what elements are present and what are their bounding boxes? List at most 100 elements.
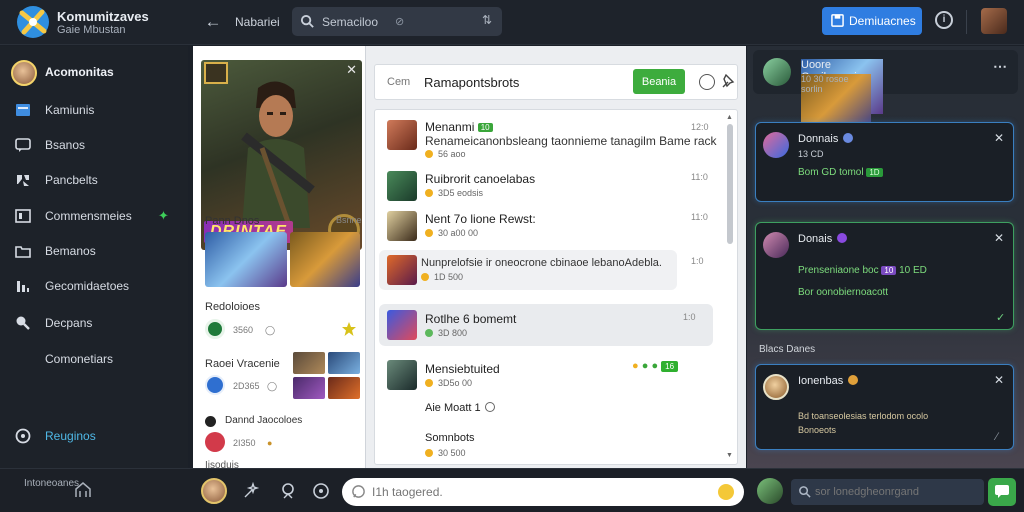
sidebar-item-kamiunis[interactable]: Kamiunis [0,93,188,127]
search-input[interactable] [322,11,452,32]
message-list[interactable]: Menanmi 10 Renameicanonbsleang taonnieme… [374,109,738,465]
home-icon[interactable] [74,481,92,499]
message-item[interactable]: Nunprelofsie ir oneocrone cbinaoe lebano… [379,250,704,290]
user-avatar[interactable] [981,8,1007,34]
sidebar-item-comonetiars[interactable]: Comonetiars [0,342,188,376]
avatar [387,120,417,150]
item-meta: 2I350 [233,438,256,448]
join-button[interactable]: Beania [633,69,685,94]
check-icon[interactable]: ✓ [996,311,1005,324]
list-item[interactable]: Dannd Jaocoloes [205,412,360,432]
send-button[interactable] [988,478,1016,506]
primary-action-button[interactable]: Demiuacnes [822,7,922,35]
badge-icon: ● [267,438,273,448]
message-item[interactable]: Aie Moatt 1 [379,398,713,418]
message-item[interactable]: Rotlhe 6 bomemt 3D 800 1:0 [379,304,713,346]
sidebar-item-label: Gecomidaetoes [45,279,130,293]
see-more-link[interactable]: Bsnne [336,215,362,225]
message-meta: 3D5o 00 [425,378,472,388]
magic-wand-icon[interactable] [242,482,260,500]
avatar[interactable] [757,478,783,504]
game-thumbnail[interactable] [205,232,287,287]
star-icon[interactable] [341,321,357,337]
emoji-icon[interactable] [718,484,734,500]
avatar[interactable] [763,58,791,86]
avatar [763,132,789,158]
game-icon [205,375,225,395]
game-icon [205,319,225,339]
top-bar: Komumitzaves Gaie Mbustan ← Nabariei ⊘ ⇅… [0,0,1024,45]
more-icon[interactable]: ⋯ [993,58,1007,75]
close-icon[interactable]: ✕ [346,62,357,78]
list-item[interactable]: 2I350 ● [205,432,360,452]
list-item[interactable]: 3560 ◯ [205,319,360,339]
emoji-icon: ● [641,360,649,372]
chat-title: Ramapontsbrots [424,75,520,90]
close-icon[interactable]: ✕ [994,373,1004,387]
panel-header: Uoore Gesihanaois 10 30 rosoe sorlin ⋯ [753,50,1018,129]
pin-icon[interactable] [721,73,735,89]
avatar[interactable] [201,478,227,504]
section-header: Pann Dnos Bsnne [205,215,362,227]
close-icon[interactable]: ✕ [994,131,1004,145]
breadcrumb[interactable]: Nabariei [235,15,280,29]
sort-icon[interactable]: ⇅ [482,13,492,27]
message-author: Aie Moatt 1 [425,402,495,414]
sidebar-item-pancbelts[interactable]: Pancbelts [0,163,188,197]
avatar [387,211,417,241]
scrollbar-thumb[interactable] [727,124,733,244]
message-composer[interactable] [342,478,744,506]
check-circle-icon[interactable] [699,74,715,90]
game-thumbnail[interactable] [290,232,360,287]
message-meta: 56 aoo [425,149,466,159]
dm-search-input[interactable] [815,483,975,501]
friend-status: Bom GD tomol 1D [798,167,883,178]
message-time: 12:0 [691,122,709,132]
info-icon[interactable]: i [935,11,953,29]
message-input[interactable] [372,482,702,502]
sidebar-item-decpans[interactable]: Decpans [0,306,188,340]
settings-circle-icon[interactable] [312,482,330,500]
message-item[interactable]: Menanmi 10 Renameicanonbsleang taonnieme… [379,116,717,160]
message-meta: 1D 500 [421,272,463,282]
save-icon [831,14,844,27]
emoji-icon: ● [632,360,639,372]
friend-meta: Bonoeots [798,425,837,435]
message-author: Rotlhe 6 bomemt [425,312,517,326]
friend-status: Bor oonobiernoacott [798,287,889,298]
close-icon[interactable]: ✕ [994,231,1004,245]
message-item[interactable]: Nent 7o lione Rewst: 30 a00 00 11:0 [379,206,713,246]
bottom-left-label: Intoneoanes [24,478,80,489]
search-icon[interactable] [280,482,298,500]
message-item[interactable]: Somnbots 30 500 [379,428,713,462]
item-label: Dannd Jaocoloes [225,415,303,426]
resize-grip-icon[interactable]: ∕ [996,431,998,443]
search-bar[interactable]: ⊘ ⇅ [292,7,502,36]
back-arrow-icon[interactable]: ← [203,11,223,33]
scrollbar[interactable]: ▲ ▼ [726,114,734,460]
chat-bubble-icon [15,138,31,152]
friend-card[interactable]: Ionenbas ✕ Bd toanseolesias terlodom oco… [755,364,1014,450]
scroll-up-icon[interactable]: ▲ [726,114,733,121]
clear-icon[interactable]: ⊘ [395,15,404,28]
game-thumbnail[interactable] [293,352,325,374]
message-item[interactable]: Ruibrorit canoelabas 3D5 eodsis 11:0 [379,166,713,206]
message-item[interactable]: Mensiebtuited 3D5o 00 ● ● ● 16 [379,354,713,394]
sidebar-item-commensmeies[interactable]: Commensmeies ✦ [0,199,188,233]
friend-card[interactable]: Donais ✕ Prenseniaone boc 10 10 ED Bor o… [755,222,1014,330]
message-reactions[interactable]: ● ● ● 16 [632,360,679,372]
sidebar-item-reuginos[interactable]: Reuginos [0,419,188,453]
sidebar-profile[interactable]: Acomonitas [0,55,188,89]
avatar [11,60,37,86]
sidebar-item-gecomidaetoes[interactable]: Gecomidaetoes [0,269,188,303]
app-logo-icon[interactable] [16,5,50,39]
circle-icon: ◯ [265,325,276,335]
dm-search-bar[interactable] [791,479,984,505]
friend-card[interactable]: Donnais ✕ 13 CD Bom GD tomol 1D [755,122,1014,202]
status-badge [843,133,854,143]
game-thumbnail[interactable] [328,352,360,374]
sidebar-item-bemanos[interactable]: Bemanos [0,234,188,268]
scroll-down-icon[interactable]: ▼ [726,452,733,459]
list-item[interactable]: 2D365 ◯ [205,375,360,395]
sidebar-item-bsanos[interactable]: Bsanos [0,128,188,162]
